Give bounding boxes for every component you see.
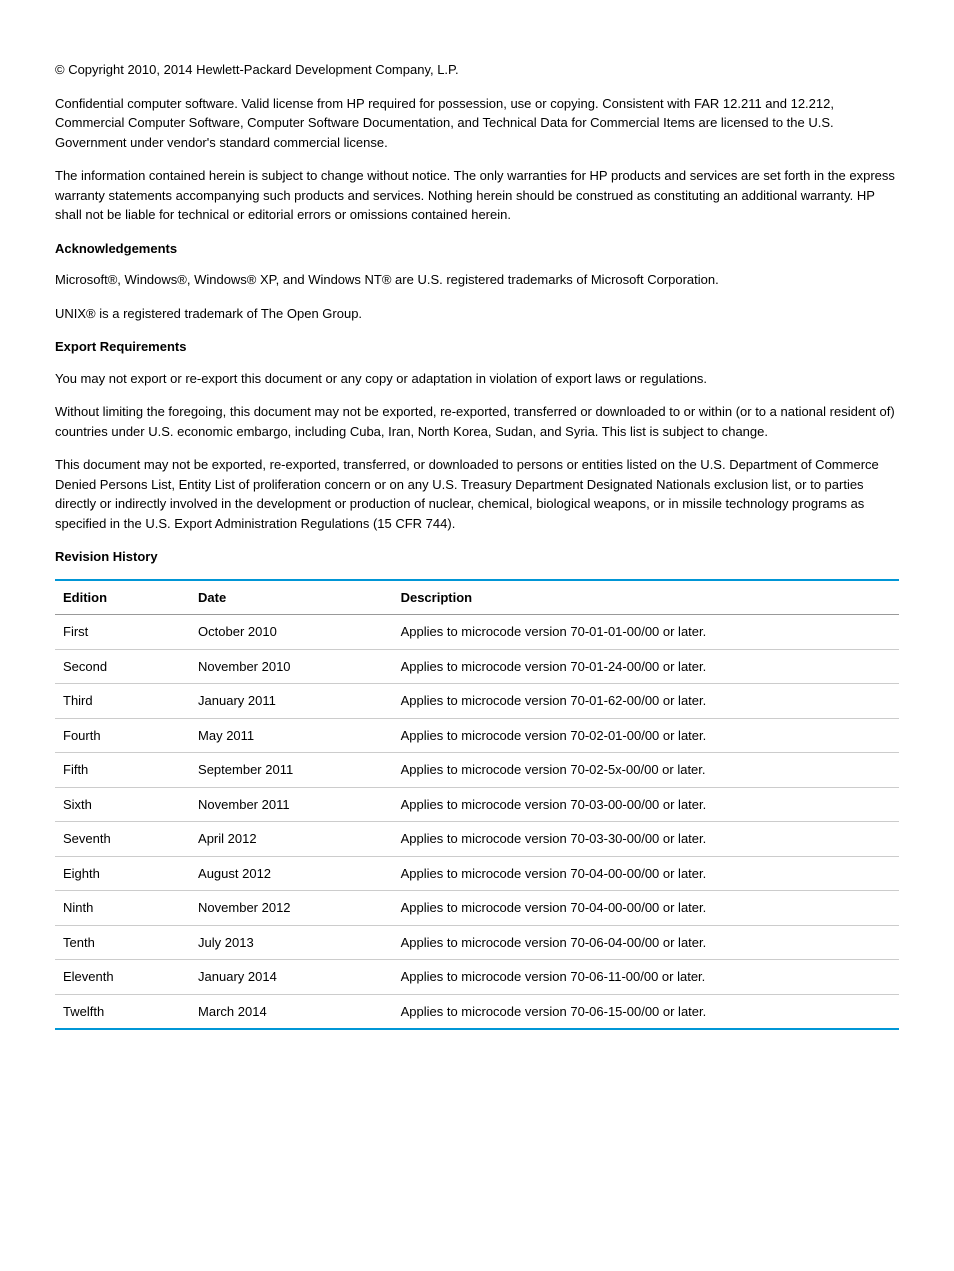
table-cell-edition: Sixth (55, 787, 190, 822)
table-cell-date: January 2014 (190, 960, 393, 995)
table-row: TenthJuly 2013Applies to microcode versi… (55, 925, 899, 960)
table-row: SixthNovember 2011Applies to microcode v… (55, 787, 899, 822)
table-row: EleventhJanuary 2014Applies to microcode… (55, 960, 899, 995)
acknowledgements-text: UNIX® is a registered trademark of The O… (55, 304, 899, 324)
copyright-line: © Copyright 2010, 2014 Hewlett-Packard D… (55, 60, 899, 80)
table-cell-edition: Ninth (55, 891, 190, 926)
table-cell-desc: Applies to microcode version 70-04-00-00… (393, 856, 899, 891)
table-cell-edition: Third (55, 684, 190, 719)
table-row: SecondNovember 2010Applies to microcode … (55, 649, 899, 684)
export-text: You may not export or re-export this doc… (55, 369, 899, 389)
table-cell-desc: Applies to microcode version 70-06-11-00… (393, 960, 899, 995)
table-cell-desc: Applies to microcode version 70-03-30-00… (393, 822, 899, 857)
table-cell-date: October 2010 (190, 615, 393, 650)
export-text: Without limiting the foregoing, this doc… (55, 402, 899, 441)
table-row: FirstOctober 2010Applies to microcode ve… (55, 615, 899, 650)
table-cell-edition: Fifth (55, 753, 190, 788)
table-row: FifthSeptember 2011Applies to microcode … (55, 753, 899, 788)
column-header-edition: Edition (55, 580, 190, 615)
revision-history-heading: Revision History (55, 547, 899, 567)
column-header-description: Description (393, 580, 899, 615)
table-cell-edition: Twelfth (55, 994, 190, 1029)
table-header-row: Edition Date Description (55, 580, 899, 615)
revision-history-table: Edition Date Description FirstOctober 20… (55, 579, 899, 1031)
table-row: NinthNovember 2012Applies to microcode v… (55, 891, 899, 926)
table-cell-desc: Applies to microcode version 70-02-01-00… (393, 718, 899, 753)
table-row: TwelfthMarch 2014Applies to microcode ve… (55, 994, 899, 1029)
table-cell-desc: Applies to microcode version 70-01-01-00… (393, 615, 899, 650)
table-cell-desc: Applies to microcode version 70-06-15-00… (393, 994, 899, 1029)
table-row: ThirdJanuary 2011Applies to microcode ve… (55, 684, 899, 719)
acknowledgements-text: Microsoft®, Windows®, Windows® XP, and W… (55, 270, 899, 290)
legal-paragraph: Confidential computer software. Valid li… (55, 94, 899, 153)
table-cell-desc: Applies to microcode version 70-01-24-00… (393, 649, 899, 684)
table-cell-desc: Applies to microcode version 70-06-04-00… (393, 925, 899, 960)
table-cell-edition: Eleventh (55, 960, 190, 995)
table-cell-edition: First (55, 615, 190, 650)
export-requirements-heading: Export Requirements (55, 337, 899, 357)
table-cell-edition: Seventh (55, 822, 190, 857)
export-text: This document may not be exported, re-ex… (55, 455, 899, 533)
table-cell-date: May 2011 (190, 718, 393, 753)
table-cell-desc: Applies to microcode version 70-03-00-00… (393, 787, 899, 822)
column-header-date: Date (190, 580, 393, 615)
table-cell-edition: Second (55, 649, 190, 684)
table-cell-date: July 2013 (190, 925, 393, 960)
legal-paragraph: The information contained herein is subj… (55, 166, 899, 225)
table-cell-desc: Applies to microcode version 70-02-5x-00… (393, 753, 899, 788)
table-cell-edition: Eighth (55, 856, 190, 891)
table-row: SeventhApril 2012Applies to microcode ve… (55, 822, 899, 857)
table-cell-desc: Applies to microcode version 70-01-62-00… (393, 684, 899, 719)
table-row: EighthAugust 2012Applies to microcode ve… (55, 856, 899, 891)
table-cell-date: September 2011 (190, 753, 393, 788)
table-cell-date: January 2011 (190, 684, 393, 719)
table-cell-date: November 2010 (190, 649, 393, 684)
table-cell-date: November 2012 (190, 891, 393, 926)
table-cell-date: November 2011 (190, 787, 393, 822)
table-row: FourthMay 2011Applies to microcode versi… (55, 718, 899, 753)
table-cell-desc: Applies to microcode version 70-04-00-00… (393, 891, 899, 926)
table-cell-edition: Tenth (55, 925, 190, 960)
table-cell-date: August 2012 (190, 856, 393, 891)
table-cell-date: March 2014 (190, 994, 393, 1029)
table-cell-date: April 2012 (190, 822, 393, 857)
acknowledgements-heading: Acknowledgements (55, 239, 899, 259)
table-cell-edition: Fourth (55, 718, 190, 753)
